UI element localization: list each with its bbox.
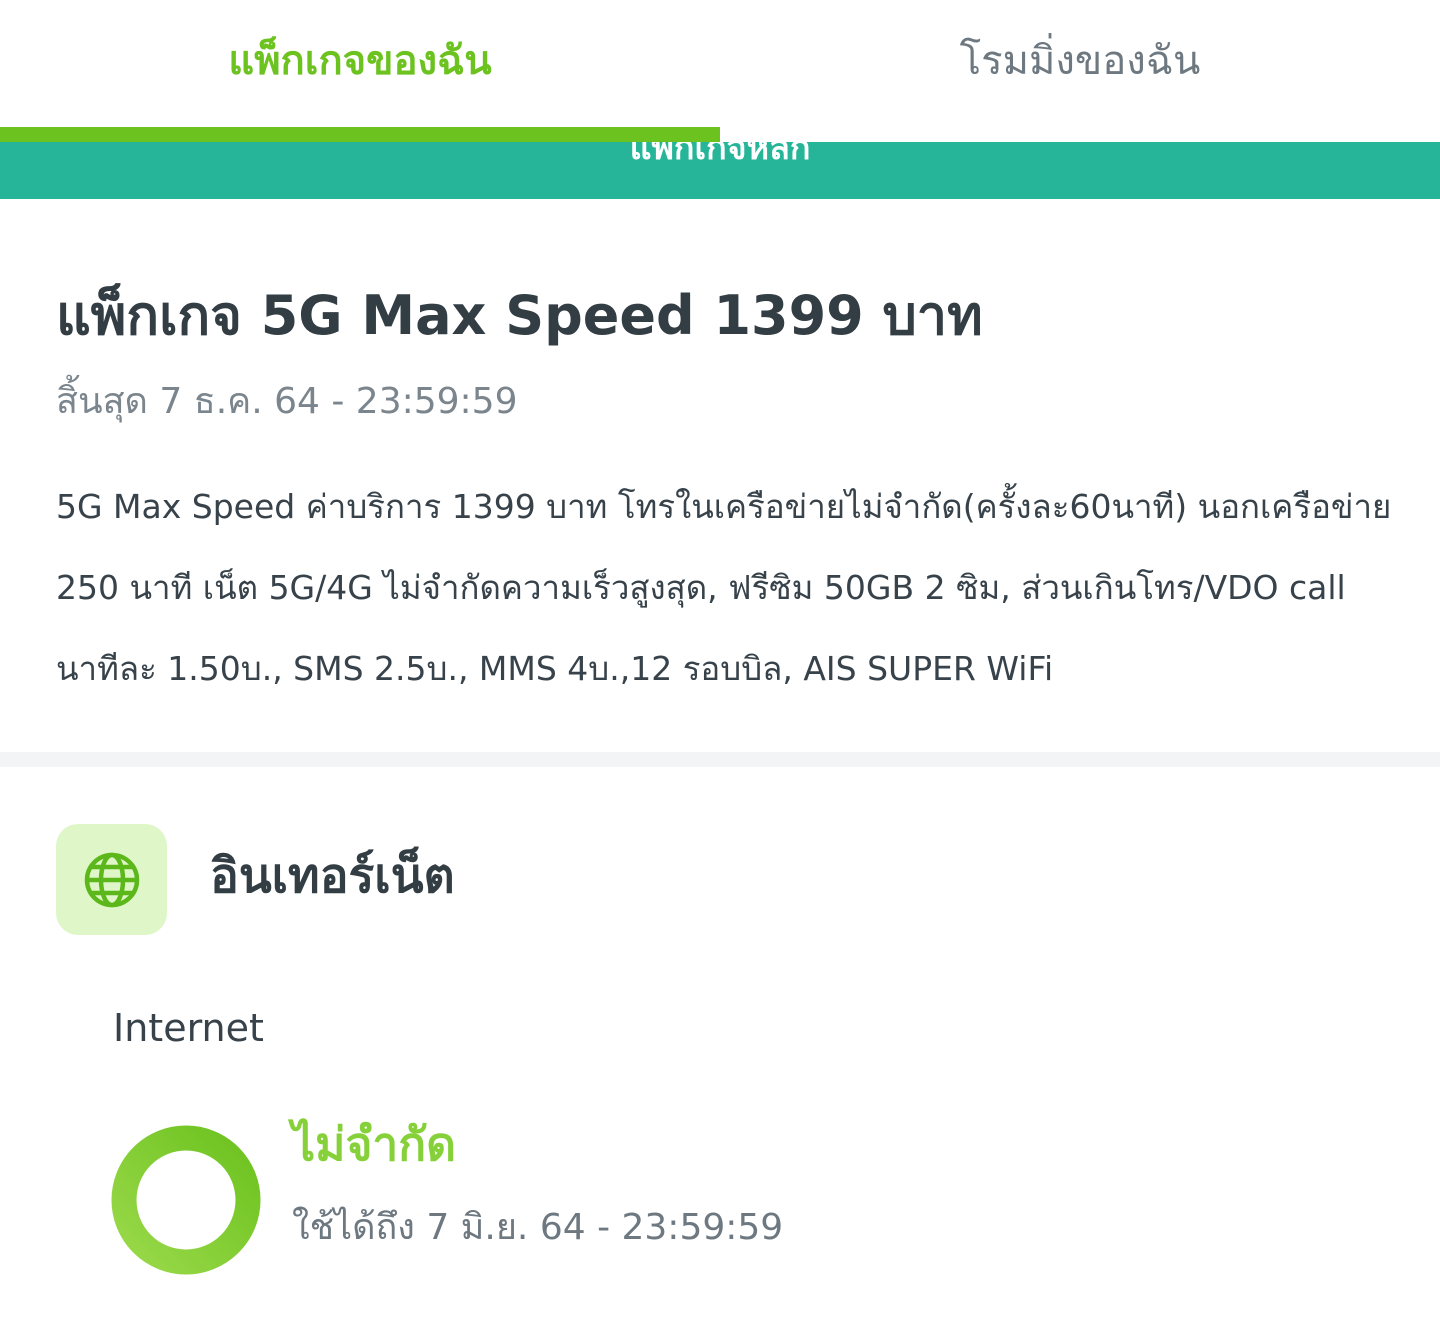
internet-label: Internet [113,1006,264,1050]
package-description: 5G Max Speed ค่าบริการ 1399 บาท โทรในเคร… [56,487,1392,688]
internet-icon-container [56,824,167,935]
usage-ring [111,1125,261,1275]
tab-label: แพ็กเกจของฉัน [228,38,492,84]
section-divider [0,752,1440,767]
globe-icon [84,852,139,907]
usage-ring-arc [111,1125,261,1275]
tab-my-roaming[interactable]: โรมมิ่งของฉัน [720,0,1440,142]
usage-value: ไม่จำกัด [292,1117,456,1171]
tab-my-package[interactable]: แพ็กเกจของฉัน [0,0,720,142]
banner-label: แพ็กเกจหลัก [629,142,811,168]
package-expiry: สิ้นสุด 7 ธ.ค. 64 - 23:59:59 [56,381,518,422]
tab-bar: แพ็กเกจของฉัน โรมมิ่งของฉัน [0,0,1440,142]
active-tab-indicator [0,127,720,142]
tab-label: โรมมิ่งของฉัน [959,38,1201,84]
section-banner: แพ็กเกจหลัก [0,142,1440,199]
package-title: แพ็กเกจ 5G Max Speed 1399 บาท [56,284,983,347]
usage-valid-until: ใช้ได้ถึง 7 มิ.ย. 64 - 23:59:59 [292,1207,784,1248]
internet-section-title: อินเทอร์เน็ต [210,848,455,904]
